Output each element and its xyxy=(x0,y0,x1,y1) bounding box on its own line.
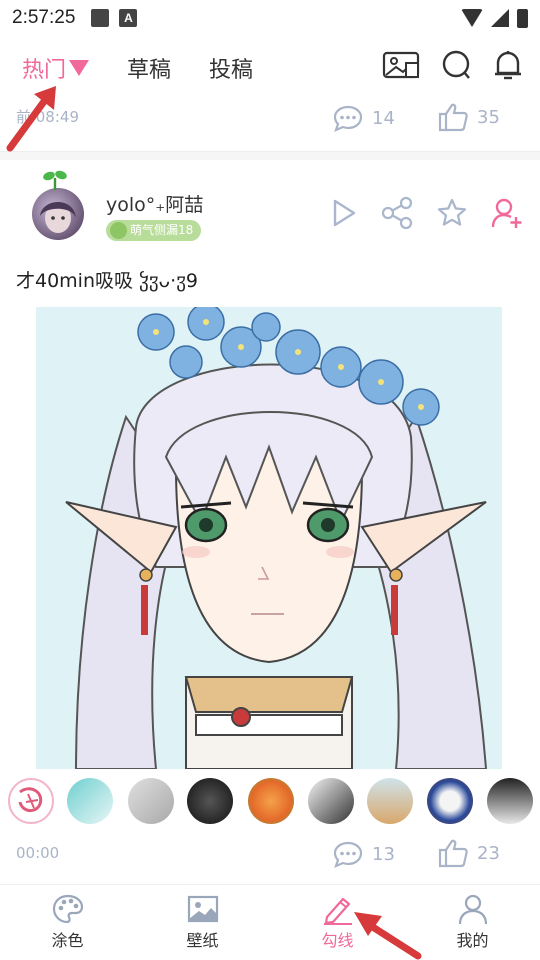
sprout-icon xyxy=(43,170,67,190)
tab-drafts[interactable]: 草稿 xyxy=(127,52,171,84)
liker-avatar[interactable] xyxy=(487,778,533,824)
previous-post-footer: 前 08:49 14 35 xyxy=(0,96,540,152)
palette-icon xyxy=(52,894,83,924)
gallery-icon[interactable] xyxy=(382,50,420,80)
bottom-nav: 涂色 壁纸 勾线 我的 xyxy=(0,884,540,960)
previous-comments[interactable]: 14 xyxy=(332,104,395,132)
post-comment-count: 13 xyxy=(372,843,395,865)
bottom-nav-wallpaper[interactable]: 壁纸 xyxy=(135,885,270,960)
bottom-nav-label: 壁纸 xyxy=(186,931,219,950)
bottom-nav-label: 涂色 xyxy=(51,931,84,950)
dropdown-triangle-icon xyxy=(69,60,90,76)
image-notification-icon xyxy=(91,9,110,27)
liker-avatar[interactable] xyxy=(248,778,294,824)
level-badge-label: 萌气侧漏18 xyxy=(130,223,194,237)
wallpaper-icon xyxy=(187,895,218,923)
liker-avatar[interactable] xyxy=(308,778,354,824)
bottom-nav-label: 我的 xyxy=(456,931,489,950)
thumbs-up-icon xyxy=(438,103,468,132)
artwork-image[interactable] xyxy=(36,307,502,769)
post-footer: 00:00 13 23 xyxy=(0,830,540,880)
liker-avatar[interactable] xyxy=(427,778,473,824)
comment-icon xyxy=(333,105,363,132)
chat-icon[interactable] xyxy=(440,49,472,81)
share-icon[interactable] xyxy=(380,196,414,230)
play-icon[interactable] xyxy=(330,198,358,228)
previous-comment-count: 14 xyxy=(372,107,395,129)
annotation-arrow-bottom xyxy=(354,912,422,960)
avatar[interactable] xyxy=(32,188,84,240)
follow-icon[interactable] xyxy=(490,196,524,230)
post-caption: 才40min吸吸 ჴჳᴗ·ჳ9 xyxy=(16,270,198,292)
comment-icon xyxy=(333,841,363,868)
post-comments[interactable]: 13 xyxy=(332,840,395,868)
battery-icon xyxy=(517,8,528,28)
status-bar: 2:57:25 xyxy=(0,0,540,36)
status-time: 2:57:25 xyxy=(12,7,76,28)
liker-avatar[interactable] xyxy=(367,778,413,824)
previous-likes[interactable]: 35 xyxy=(437,102,500,132)
username[interactable]: yolo°₊阿喆 xyxy=(106,190,203,217)
tab-submit[interactable]: 投稿 xyxy=(209,52,253,84)
a-notification-icon xyxy=(119,9,138,27)
star-icon[interactable] xyxy=(436,197,468,229)
profile-icon xyxy=(458,894,487,925)
bottom-nav-coloring[interactable]: 涂色 xyxy=(0,885,135,960)
top-nav: 热门 草稿 投稿 xyxy=(0,40,540,96)
wifi-icon xyxy=(461,9,483,27)
liker-avatar[interactable] xyxy=(67,778,113,824)
level-badge: 萌气侧漏18 xyxy=(106,220,202,241)
signal-icon xyxy=(491,9,509,27)
post-time: 00:00 xyxy=(16,844,60,862)
post-likes[interactable]: 23 xyxy=(437,838,500,868)
separator xyxy=(0,152,540,160)
liker-avatar[interactable] xyxy=(8,778,54,824)
liker-avatar-strip xyxy=(0,772,540,828)
liker-avatar[interactable] xyxy=(128,778,174,824)
liker-avatar[interactable] xyxy=(187,778,233,824)
bell-icon[interactable] xyxy=(492,48,524,82)
leaf-icon xyxy=(110,222,127,239)
post-like-count: 23 xyxy=(477,842,500,864)
post-header: yolo°₊阿喆 萌气侧漏18 xyxy=(0,160,540,260)
previous-like-count: 35 xyxy=(477,106,500,128)
thumbs-up-icon xyxy=(438,839,468,868)
annotation-arrow-up xyxy=(6,86,56,152)
